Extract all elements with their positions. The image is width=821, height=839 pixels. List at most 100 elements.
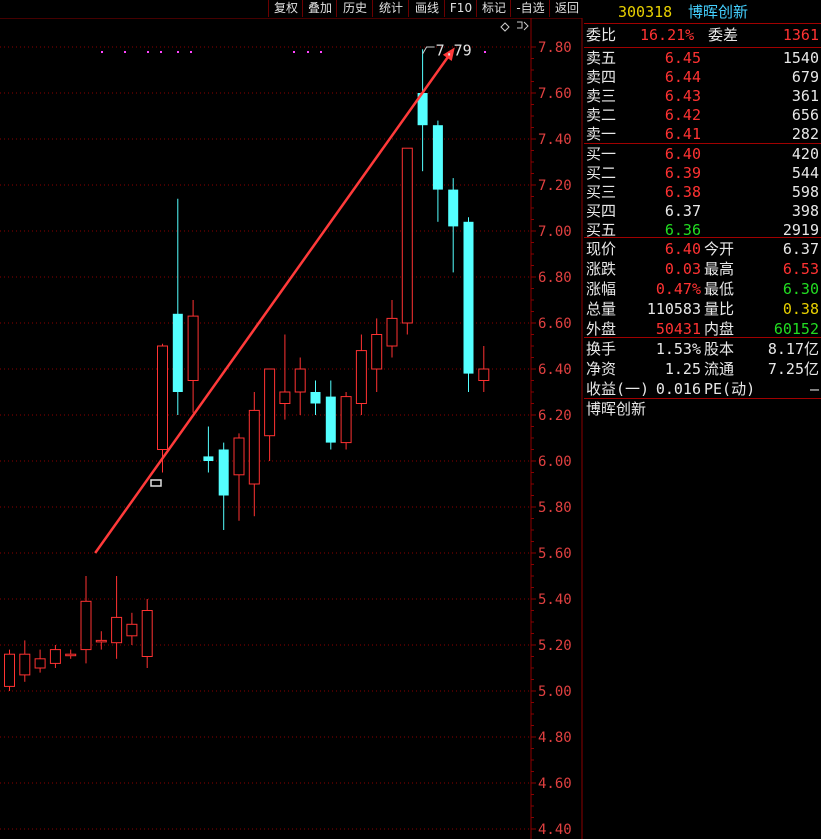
candle-body-up <box>371 334 383 370</box>
weicha-value: 1361 <box>782 26 819 44</box>
stat-value: 1.25 <box>664 360 701 378</box>
candle-body-up <box>187 315 199 382</box>
candle-body-up <box>233 437 245 476</box>
signal-dot <box>177 51 179 53</box>
candle-body-up <box>34 658 46 669</box>
quote-panel: 300318 博晖创新 委比 16.21% 委差 1361 卖五 6.45 1540… <box>584 0 821 839</box>
toolbar-button-1[interactable]: 叠加 <box>302 0 337 17</box>
stock-code: 300318 <box>618 3 673 21</box>
stat-label: 换手 <box>586 340 617 358</box>
signal-dot <box>293 51 295 53</box>
signal-dot <box>124 51 126 53</box>
quote-value: 6.37 <box>782 240 819 258</box>
kline-tick-label: 5.60 <box>538 546 572 562</box>
toolbar-button-2[interactable]: 历史 <box>336 0 373 17</box>
candle-body-up <box>279 391 291 404</box>
candle-body-up <box>111 616 123 644</box>
quote-value: 6.30 <box>782 280 819 298</box>
quote-label: 总量 <box>586 300 617 318</box>
candle-body-up <box>401 147 413 324</box>
stat-label: 流通 <box>704 360 735 378</box>
signal-dot <box>101 51 103 53</box>
kline-tick-label: 4.40 <box>538 822 572 838</box>
stat-value: 1.53% <box>655 340 701 358</box>
candle-body-up <box>4 653 15 687</box>
signal-dot <box>307 51 309 53</box>
stat-label: 收益(一) <box>586 380 650 398</box>
weicha-label: 委差 <box>708 26 739 44</box>
quote-label: 最高 <box>704 260 735 278</box>
marker-box-icon <box>150 479 162 487</box>
kline-tick-label: 4.60 <box>538 776 572 792</box>
weibi-label: 委比 <box>586 26 617 44</box>
stock-header: 300318 博晖创新 <box>584 1 821 23</box>
stat-value: 7.25亿 <box>767 360 819 378</box>
kline-tick-label: 7.20 <box>538 178 572 194</box>
sell-price: 6.41 <box>664 125 701 143</box>
candle-body-up <box>386 317 398 347</box>
quote-value: 0.47% <box>655 280 701 298</box>
candle-body-up <box>248 409 260 485</box>
quote-row: 涨幅 0.47% 最低 6.30 <box>584 278 821 300</box>
kline-tick-label: 7.60 <box>538 86 572 102</box>
candle-body-down <box>218 449 229 496</box>
candle-body-down <box>432 125 443 190</box>
sell-label: 卖一 <box>586 125 617 143</box>
intraday-title-row: 博晖创新 <box>584 398 821 420</box>
kline-tick-label: 6.40 <box>538 362 572 378</box>
kline-candles <box>4 49 490 691</box>
quote-row: 现价 6.40 今开 6.37 <box>584 238 821 260</box>
quote-value: 0.03 <box>664 260 701 278</box>
stat-label: PE(动) <box>704 380 756 398</box>
stat-value: 8.17亿 <box>767 340 819 358</box>
kline-tick-label: 4.80 <box>538 730 572 746</box>
signal-dot <box>190 51 192 53</box>
toolbar-button-6[interactable]: 标记 <box>476 0 511 17</box>
kline-tick-label: 7.40 <box>538 132 572 148</box>
kline-tick-label: 5.20 <box>538 638 572 654</box>
intraday-title: 博晖创新 <box>586 400 647 418</box>
signal-dot <box>147 51 149 53</box>
candle-body-up <box>478 368 490 381</box>
kline-tick-label: 5.40 <box>538 592 572 608</box>
candle-body-up <box>80 600 92 651</box>
candle-body-down <box>325 396 336 443</box>
quote-label: 涨跌 <box>586 260 617 278</box>
high-marker <box>422 46 435 55</box>
candle-body-up <box>264 368 276 437</box>
kline-annotations: 7.79 <box>94 21 529 554</box>
quote-value: 110583 <box>646 300 701 318</box>
quote-label: 量比 <box>704 300 735 318</box>
stat-value: — <box>809 380 819 398</box>
kline-tick-label: 6.80 <box>538 270 572 286</box>
toolbar-button-7[interactable]: -自选 <box>510 0 550 17</box>
quote-value: 6.40 <box>664 240 701 258</box>
candle-body-up <box>157 345 168 450</box>
candle-body-up <box>19 653 31 676</box>
stat-label: 股本 <box>704 340 735 358</box>
weibi-value: 16.21% <box>640 26 695 44</box>
candle-body-up <box>126 623 138 637</box>
toolbar-button-8[interactable]: 返回 <box>549 0 584 17</box>
diamond-icon <box>500 22 510 32</box>
kline-tick-label: 5.00 <box>538 684 572 700</box>
candle-body-up <box>340 396 352 444</box>
toolbar-button-4[interactable]: 画线 <box>408 0 445 17</box>
signal-dot <box>160 51 162 53</box>
candle-body-up <box>141 610 153 657</box>
signal-dot <box>484 51 486 53</box>
toolbar-button-0[interactable]: 复权 <box>268 0 303 17</box>
kline-tick-label: 5.80 <box>538 500 572 516</box>
candle-body-down <box>172 313 183 392</box>
candle-body-up <box>49 649 61 664</box>
quote-value: 0.38 <box>782 300 819 318</box>
quote-label: 今开 <box>704 240 735 258</box>
sell-row: 卖一 6.41 282 <box>584 123 821 145</box>
stat-row: 净资 1.25 流通 7.25亿 <box>584 358 821 380</box>
quote-row: 总量 110583 量比 0.38 <box>584 298 821 320</box>
toolbar-button-3[interactable]: 统计 <box>372 0 409 17</box>
stat-label: 净资 <box>586 360 617 378</box>
candle-body-down <box>203 456 214 461</box>
toolbar-button-5[interactable]: F10 <box>444 0 477 17</box>
quote-label: 现价 <box>586 240 617 258</box>
